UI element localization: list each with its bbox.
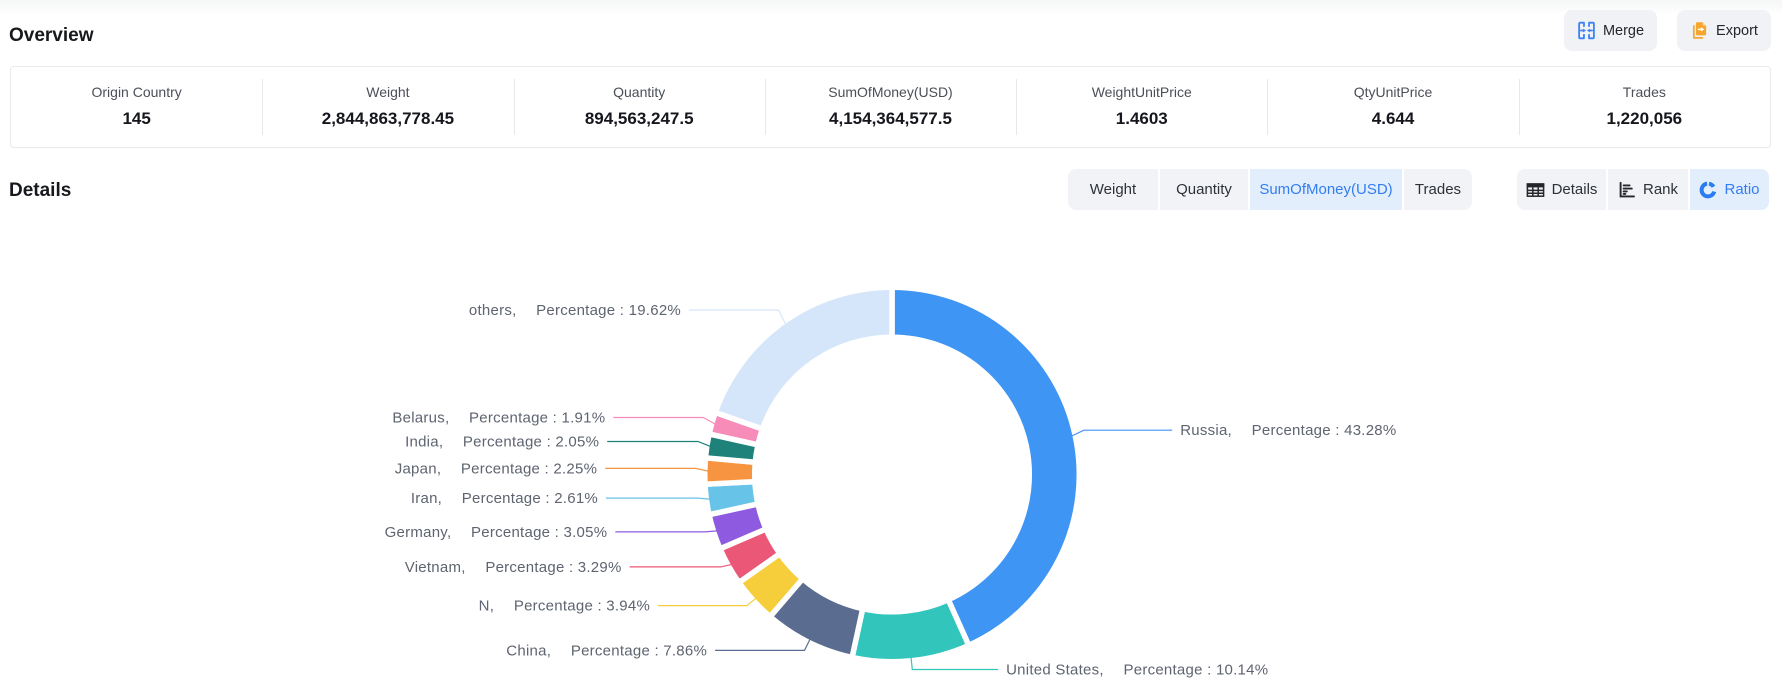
svg-text:Belarus, Percentage : 1.91%: Belarus, Percentage : 1.91% <box>392 410 605 427</box>
svg-text:others, Percentage : 19.62%: others, Percentage : 19.62% <box>469 302 681 319</box>
svg-text:China, Percentage : 7.86%: China, Percentage : 7.86% <box>506 642 707 659</box>
svg-text:India, Percentage : 2.05%: India, Percentage : 2.05% <box>405 434 599 451</box>
svg-text:Iran, Percentage : 2.61%: Iran, Percentage : 2.61% <box>411 490 598 507</box>
svg-text:United States, Percentage : 1: United States, Percentage : 10.14% <box>1006 662 1268 679</box>
svg-text:Russia, Percentage : 43.28%: Russia, Percentage : 43.28% <box>1180 422 1396 439</box>
svg-text:Germany, Percentage : 3.05%: Germany, Percentage : 3.05% <box>385 524 608 541</box>
svg-text:Vietnam, Percentage : 3.29%: Vietnam, Percentage : 3.29% <box>405 559 622 576</box>
svg-text:N, Percentage : 3.94%: N, Percentage : 3.94% <box>479 598 650 615</box>
svg-text:Japan, Percentage : 2.25%: Japan, Percentage : 2.25% <box>395 460 597 477</box>
